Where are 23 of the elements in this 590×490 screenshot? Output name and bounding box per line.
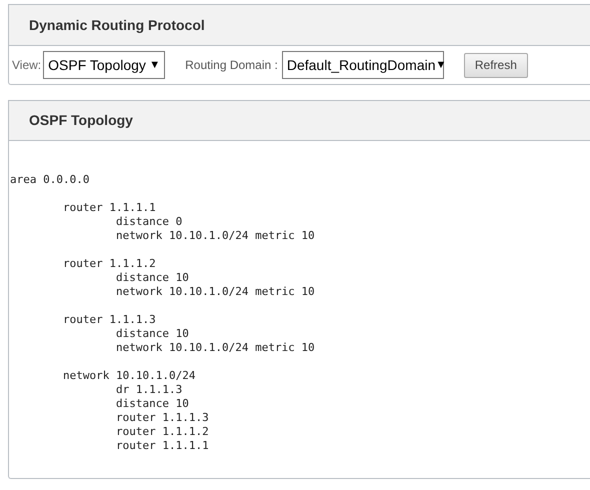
topology-line: router 1.1.1.1 (63, 201, 156, 215)
dropdown-select[interactable]: OSPF Topology ▼ (43, 51, 166, 79)
topology-line: distance 0 (116, 215, 182, 229)
topology-line: distance 10 (116, 397, 189, 411)
topology-line: router 1.1.1.1 (116, 439, 209, 453)
topology-line: network 10.10.1.0/24 metric 10 (116, 341, 315, 355)
topology-line: network 10.10.1.0/24 (63, 369, 196, 383)
panel-title: OSPF Topology (29, 111, 133, 130)
topology-line: router 1.1.1.3 (63, 313, 156, 327)
refresh-button[interactable]: Refresh (464, 52, 528, 78)
dropdown-select[interactable]: Default_RoutingDomain▼ (282, 51, 444, 79)
topology-line: router 1.1.1.2 (116, 425, 209, 439)
topology-line: area 0.0.0.0 (10, 173, 90, 187)
topology-line: network 10.10.1.0/24 metric 10 (116, 285, 315, 299)
topology-line: network 10.10.1.0/24 metric 10 (116, 229, 315, 243)
topology-line: dr 1.1.1.3 (116, 383, 182, 397)
topology-line: distance 10 (116, 327, 189, 341)
topology-line: router 1.1.1.3 (116, 411, 209, 425)
domain-label: Routing Domain : (185, 57, 278, 74)
view-label: View: (12, 57, 42, 74)
panel-title: Dynamic Routing Protocol (29, 16, 205, 35)
topology-line: router 1.1.1.2 (63, 257, 156, 271)
topology-line: distance 10 (116, 271, 189, 285)
